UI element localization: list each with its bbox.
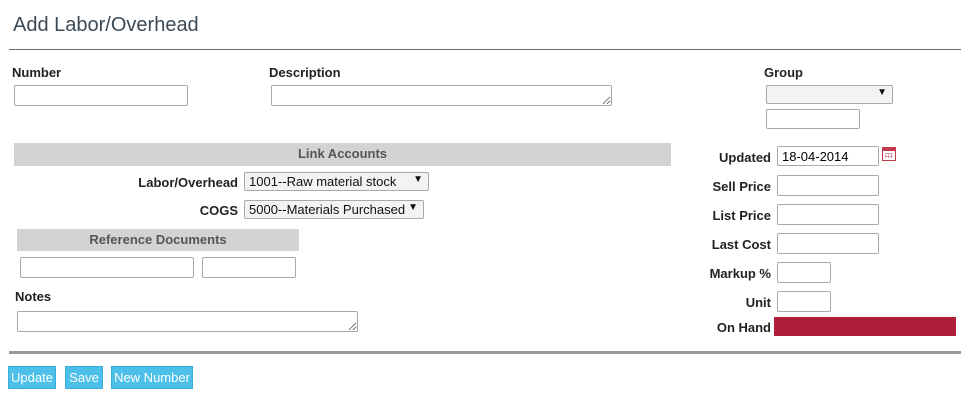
unit-label: Unit bbox=[745, 295, 771, 310]
chevron-down-icon: ▼ bbox=[413, 174, 423, 185]
on-hand-label: On Hand bbox=[716, 320, 771, 335]
last-cost-input[interactable] bbox=[777, 233, 879, 254]
notes-textarea[interactable] bbox=[17, 311, 358, 332]
list-price-label: List Price bbox=[712, 208, 771, 223]
notes-label: Notes bbox=[15, 289, 52, 304]
new-number-button[interactable]: New Number bbox=[111, 366, 193, 389]
description-textarea[interactable] bbox=[271, 85, 612, 106]
reference-document-2-input[interactable] bbox=[202, 257, 296, 278]
group-label: Group bbox=[764, 65, 803, 80]
description-label: Description bbox=[269, 65, 341, 80]
markup-input[interactable] bbox=[777, 262, 831, 283]
number-input[interactable] bbox=[14, 85, 188, 106]
cogs-label: COGS bbox=[199, 203, 238, 218]
group-extra-input[interactable] bbox=[766, 109, 860, 129]
link-accounts-header: Link Accounts bbox=[14, 143, 671, 166]
update-button[interactable]: Update bbox=[8, 366, 56, 389]
labor-overhead-value: 1001--Raw material stock bbox=[249, 174, 397, 189]
sell-price-input[interactable] bbox=[777, 175, 879, 196]
chevron-down-icon: ▼ bbox=[877, 87, 887, 98]
on-hand-value-bar bbox=[774, 317, 956, 336]
save-button[interactable]: Save bbox=[65, 366, 103, 389]
cogs-select[interactable]: 5000--Materials Purchased ▼ bbox=[244, 200, 424, 219]
chevron-down-icon: ▼ bbox=[408, 202, 418, 213]
markup-label: Markup % bbox=[709, 266, 771, 281]
updated-date-input[interactable] bbox=[777, 146, 879, 166]
footer-divider bbox=[9, 351, 961, 354]
updated-label: Updated bbox=[719, 150, 771, 165]
group-select[interactable]: ▼ bbox=[766, 85, 893, 104]
last-cost-label: Last Cost bbox=[711, 237, 771, 252]
cogs-value: 5000--Materials Purchased bbox=[249, 202, 406, 217]
unit-input[interactable] bbox=[777, 291, 831, 312]
sell-price-label: Sell Price bbox=[712, 179, 771, 194]
reference-document-1-input[interactable] bbox=[20, 257, 194, 278]
labor-overhead-select[interactable]: 1001--Raw material stock ▼ bbox=[244, 172, 429, 191]
page-title: Add Labor/Overhead bbox=[13, 14, 199, 36]
calendar-icon-grid bbox=[885, 153, 893, 158]
title-divider bbox=[9, 49, 961, 50]
calendar-icon[interactable] bbox=[882, 147, 896, 161]
reference-documents-header: Reference Documents bbox=[17, 229, 299, 251]
list-price-input[interactable] bbox=[777, 204, 879, 225]
number-label: Number bbox=[12, 65, 62, 80]
labor-overhead-label: Labor/Overhead bbox=[138, 175, 238, 190]
